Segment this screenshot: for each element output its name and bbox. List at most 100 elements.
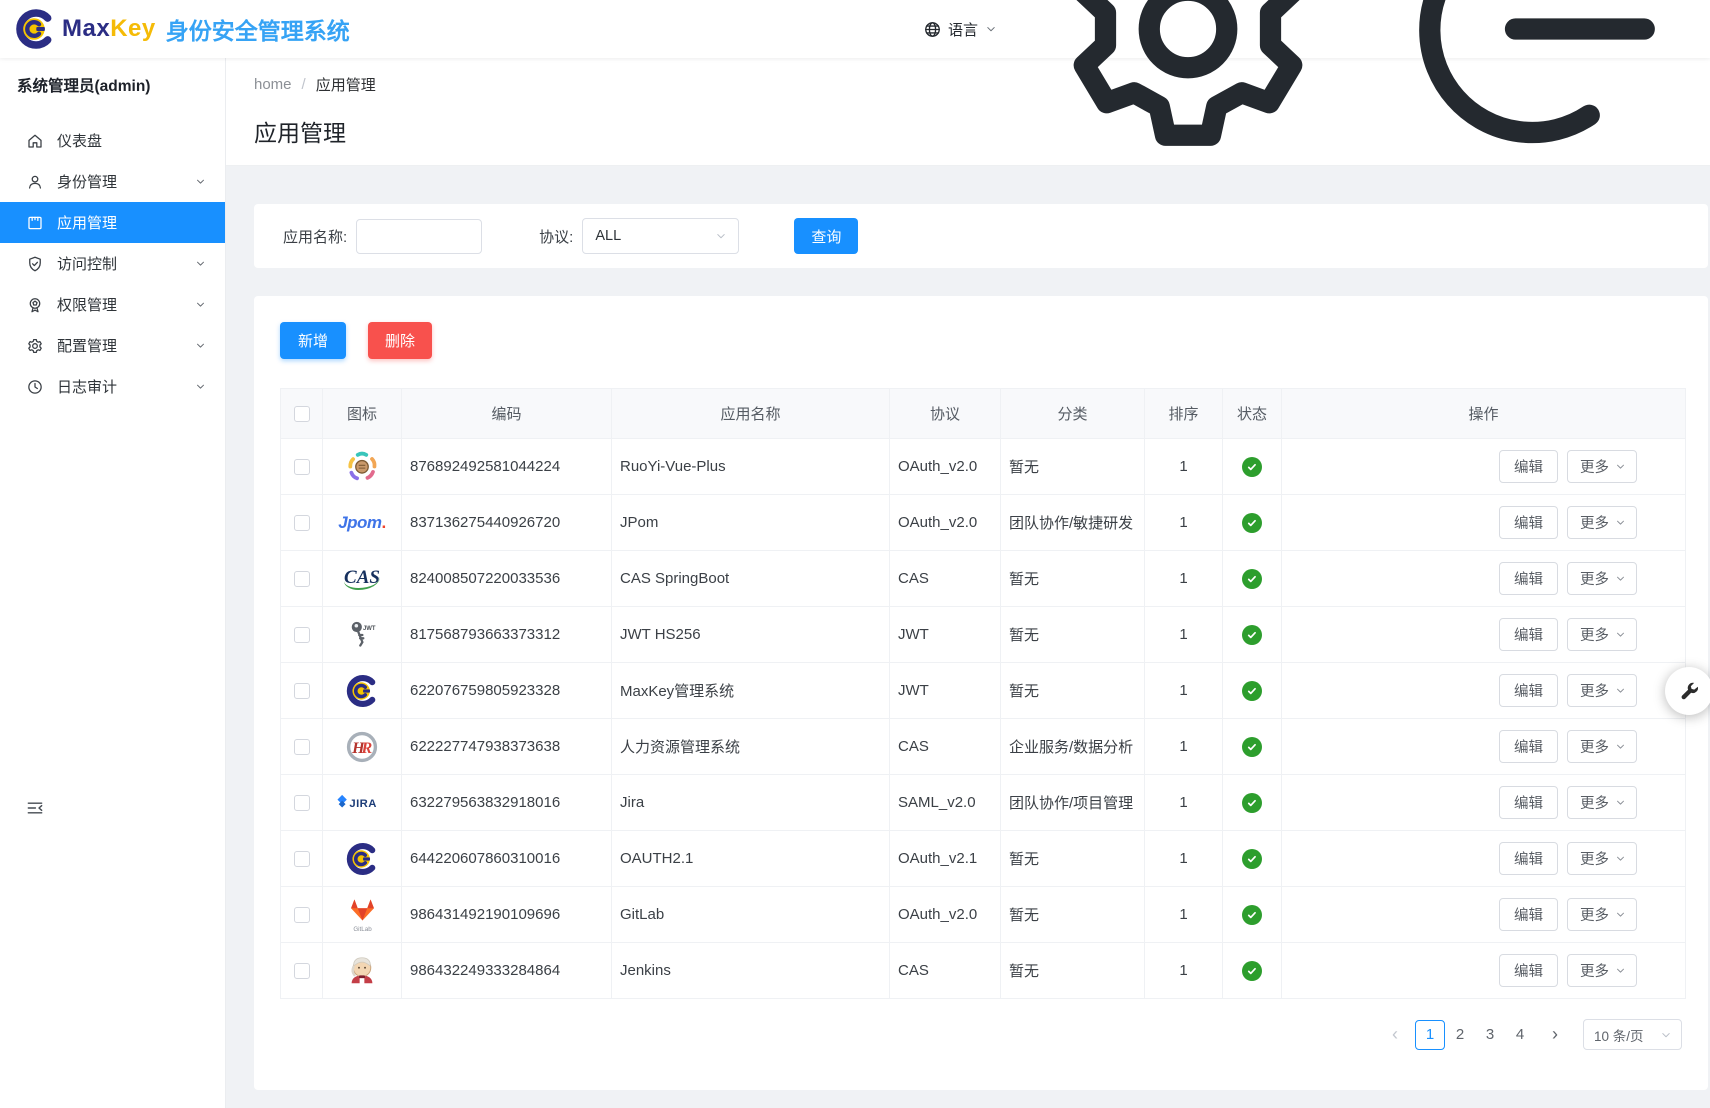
app-sort: 1 <box>1145 607 1223 663</box>
more-button[interactable]: 更多 <box>1567 674 1637 707</box>
table-row: GitLab 986431492190109696 GitLab OAuth_v… <box>281 887 1686 943</box>
table-header-row: 图标编码应用名称协议分类排序状态操作 <box>281 389 1686 439</box>
brand: MaxKey 身份安全管理系统 <box>0 6 350 52</box>
chevron-down-icon <box>194 298 207 311</box>
breadcrumb-home-link[interactable]: home <box>254 76 292 93</box>
edit-button[interactable]: 编辑 <box>1499 562 1558 595</box>
app-sort: 1 <box>1145 439 1223 495</box>
app-protocol: OAuth_v2.1 <box>890 831 1001 887</box>
app-sort: 1 <box>1145 943 1223 999</box>
app-sort: 1 <box>1145 495 1223 551</box>
row-checkbox[interactable] <box>294 963 310 979</box>
page-number-1[interactable]: 1 <box>1415 1020 1445 1050</box>
status-enabled-icon <box>1242 849 1262 869</box>
more-button[interactable]: 更多 <box>1567 450 1637 483</box>
next-page-button[interactable]: › <box>1540 1020 1570 1050</box>
sidebar-item-access[interactable]: 访问控制 <box>0 243 225 284</box>
row-checkbox[interactable] <box>294 459 310 475</box>
more-button[interactable]: 更多 <box>1567 618 1637 651</box>
sidebar-item-audit[interactable]: 日志审计 <box>0 366 225 407</box>
app-sort: 1 <box>1145 663 1223 719</box>
more-button[interactable]: 更多 <box>1567 842 1637 875</box>
delete-button[interactable]: 删除 <box>368 322 432 359</box>
edit-button[interactable]: 编辑 <box>1499 618 1558 651</box>
table-body: 876892492581044224 RuoYi-Vue-Plus OAuth_… <box>281 439 1686 999</box>
more-button-label: 更多 <box>1580 848 1609 869</box>
app-code: 837136275440926720 <box>402 495 612 551</box>
app-code: 632279563832918016 <box>402 775 612 831</box>
more-button[interactable]: 更多 <box>1567 506 1637 539</box>
more-button[interactable]: 更多 <box>1567 954 1637 987</box>
edit-button[interactable]: 编辑 <box>1499 786 1558 819</box>
app-name: MaxKey管理系统 <box>612 663 890 719</box>
sidebar-item-dashboard[interactable]: 仪表盘 <box>0 120 225 161</box>
sidebar-item-permissions[interactable]: 权限管理 <box>0 284 225 325</box>
edit-button[interactable]: 编辑 <box>1499 954 1558 987</box>
row-checkbox[interactable] <box>294 683 310 699</box>
app-name-filter-input[interactable] <box>356 219 482 254</box>
edit-button[interactable]: 编辑 <box>1499 450 1558 483</box>
add-button[interactable]: 新增 <box>280 322 346 359</box>
more-button[interactable]: 更多 <box>1567 898 1637 931</box>
chevron-down-icon <box>984 22 998 36</box>
table-row: 644220607860310016 OAUTH2.1 OAuth_v2.1 暂… <box>281 831 1686 887</box>
app-category: 暂无 <box>1001 887 1145 943</box>
edit-button[interactable]: 编辑 <box>1499 898 1558 931</box>
row-checkbox[interactable] <box>294 795 310 811</box>
edit-button[interactable]: 编辑 <box>1499 730 1558 763</box>
column-header-select <box>281 389 323 439</box>
sidebar-collapse-icon[interactable] <box>25 798 45 818</box>
protocol-filter-select[interactable]: ALL <box>582 218 739 254</box>
prev-page-button[interactable]: ‹ <box>1380 1020 1410 1050</box>
chevron-down-icon <box>1614 460 1627 473</box>
gear-icon <box>1038 0 1338 179</box>
app-category: 企业服务/数据分析 <box>1001 719 1145 775</box>
app-protocol: CAS <box>890 719 1001 775</box>
app-code: 986432249333284864 <box>402 943 612 999</box>
page-number-3[interactable]: 3 <box>1475 1020 1505 1050</box>
edit-button[interactable]: 编辑 <box>1499 506 1558 539</box>
gear-icon <box>26 337 44 355</box>
shield-check-icon <box>26 255 44 273</box>
table-row: JIRA 632279563832918016 Jira SAML_v2.0 团… <box>281 775 1686 831</box>
table-row: CAS 824008507220033536 CAS SpringBoot CA… <box>281 551 1686 607</box>
search-button[interactable]: 查询 <box>794 218 858 254</box>
logout-button[interactable] <box>1378 0 1678 179</box>
page-number-2[interactable]: 2 <box>1445 1020 1475 1050</box>
sidebar-item-config[interactable]: 配置管理 <box>0 325 225 366</box>
cas-app-icon: CAS <box>323 551 401 606</box>
page-size-select[interactable]: 10 条/页 <box>1583 1019 1682 1050</box>
language-switcher[interactable]: 语言 <box>923 19 998 40</box>
more-button[interactable]: 更多 <box>1567 562 1637 595</box>
theme-tool-button[interactable] <box>1665 667 1710 715</box>
table-row: 876892492581044224 RuoYi-Vue-Plus OAuth_… <box>281 439 1686 495</box>
sidebar-item-label: 权限管理 <box>57 294 194 315</box>
navbar-actions: 语言 <box>923 0 1710 179</box>
row-checkbox[interactable] <box>294 515 310 531</box>
select-all-checkbox[interactable] <box>294 406 310 422</box>
breadcrumb-separator: / <box>302 76 306 93</box>
app-window-icon <box>26 214 44 232</box>
row-checkbox[interactable] <box>294 627 310 643</box>
row-checkbox[interactable] <box>294 851 310 867</box>
row-checkbox[interactable] <box>294 907 310 923</box>
sidebar-item-label: 仪表盘 <box>57 130 194 151</box>
page-size-value: 10 条/页 <box>1594 1025 1644 1045</box>
more-button[interactable]: 更多 <box>1567 786 1637 819</box>
sidebar-item-label: 日志审计 <box>57 376 194 397</box>
settings-button[interactable] <box>1038 0 1338 179</box>
edit-button[interactable]: 编辑 <box>1499 674 1558 707</box>
brand-subtitle: 身份安全管理系统 <box>166 12 350 46</box>
jenkins-app-icon <box>323 943 401 998</box>
sidebar-item-identity[interactable]: 身份管理 <box>0 161 225 202</box>
row-checkbox[interactable] <box>294 739 310 755</box>
edit-button[interactable]: 编辑 <box>1499 842 1558 875</box>
app-sort: 1 <box>1145 719 1223 775</box>
more-button[interactable]: 更多 <box>1567 730 1637 763</box>
status-enabled-icon <box>1242 737 1262 757</box>
jwt-app-icon: JWT <box>323 607 401 662</box>
svg-text:JWT: JWT <box>363 625 376 631</box>
row-checkbox[interactable] <box>294 571 310 587</box>
page-number-4[interactable]: 4 <box>1505 1020 1535 1050</box>
sidebar-item-apps[interactable]: 应用管理 <box>0 202 225 243</box>
